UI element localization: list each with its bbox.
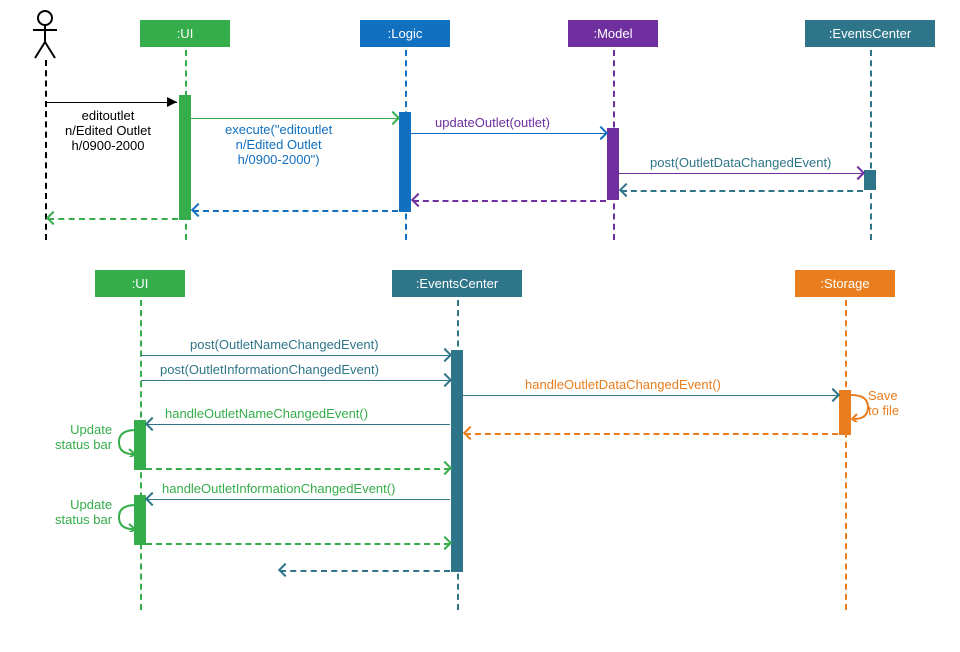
ec2-activation bbox=[451, 350, 463, 572]
sequence-diagram-bottom: :UI :EventsCenter :Storage post(OutletNa… bbox=[10, 260, 950, 620]
ah-postinfo bbox=[438, 373, 452, 387]
ec-lifeline bbox=[870, 50, 872, 240]
sequence-diagram-top: :UI :Logic :Model :EventsCenter editoutl… bbox=[10, 10, 950, 240]
arrow-postinfo bbox=[141, 380, 450, 381]
ret-ec-model bbox=[621, 190, 863, 192]
arrow-handleinfo bbox=[147, 499, 450, 500]
storage-lifeline bbox=[845, 300, 847, 610]
ret-storage-ec bbox=[465, 433, 838, 435]
upd2-label: Updatestatus bar bbox=[55, 497, 112, 527]
ec-header: :EventsCenter bbox=[805, 20, 935, 47]
save-label: Saveto file bbox=[868, 388, 899, 418]
cmd-label: editoutlet n/Edited Outlet h/0900-2000 bbox=[65, 108, 151, 153]
exec-label: execute("editoutlet n/Edited Outlet h/09… bbox=[225, 122, 332, 167]
ret-ui-actor bbox=[48, 218, 178, 220]
arrow-cmd bbox=[47, 102, 177, 103]
ret-ui-actor-head bbox=[46, 211, 60, 225]
ret-ui-ec-2 bbox=[146, 543, 450, 545]
postinfo-label: post(OutletInformationChangedEvent) bbox=[160, 362, 379, 377]
storage-header: :Storage bbox=[795, 270, 895, 297]
ui-header: :UI bbox=[140, 20, 230, 47]
actor-icon bbox=[30, 10, 60, 63]
arrowhead-post bbox=[851, 166, 865, 180]
ec2-header: :EventsCenter bbox=[392, 270, 522, 297]
ah-handledata bbox=[826, 388, 840, 402]
arrowhead-update bbox=[594, 126, 608, 140]
arrow-handlename bbox=[147, 424, 450, 425]
arrow-post bbox=[619, 173, 863, 174]
ret-model-logic bbox=[413, 200, 606, 202]
ret-final-head bbox=[278, 563, 292, 577]
arrow-postname bbox=[141, 355, 450, 356]
logic-activation bbox=[399, 112, 411, 212]
ah-handlename bbox=[145, 417, 159, 431]
post-label: post(OutletDataChangedEvent) bbox=[650, 155, 831, 170]
handleinfo-label: handleOutletInformationChangedEvent() bbox=[162, 481, 395, 496]
ret-storage-ec-head bbox=[463, 426, 477, 440]
updloop2-svg bbox=[116, 502, 138, 532]
arrow-update bbox=[411, 133, 606, 134]
update-label: updateOutlet(outlet) bbox=[435, 115, 550, 130]
postname-label: post(OutletNameChangedEvent) bbox=[190, 337, 379, 352]
ret-ui-ec-1 bbox=[146, 468, 450, 470]
arrow-handledata bbox=[463, 395, 838, 396]
ui-activation bbox=[179, 95, 191, 220]
handledata-label: handleOutletDataChangedEvent() bbox=[525, 377, 721, 392]
ret-final bbox=[280, 570, 450, 572]
ret-model-logic-head bbox=[411, 193, 425, 207]
ah-postname bbox=[438, 348, 452, 362]
arrowhead-exec bbox=[386, 111, 400, 125]
ret-logic-ui-head bbox=[191, 203, 205, 217]
ret-logic-ui bbox=[193, 210, 398, 212]
actor-lifeline bbox=[45, 60, 47, 240]
arrow-exec bbox=[191, 118, 398, 119]
ui2-header: :UI bbox=[95, 270, 185, 297]
upd1-label: Updatestatus bar bbox=[55, 422, 112, 452]
ret-ui-ec-2-head bbox=[438, 536, 452, 550]
ah-handleinfo bbox=[145, 492, 159, 506]
model-activation bbox=[607, 128, 619, 200]
model-header: :Model bbox=[568, 20, 658, 47]
ret-ec-model-head bbox=[619, 183, 633, 197]
logic-header: :Logic bbox=[360, 20, 450, 47]
handlename-label: handleOutletNameChangedEvent() bbox=[165, 406, 368, 421]
ec-activation bbox=[864, 170, 876, 190]
updloop1-svg bbox=[116, 427, 138, 457]
ret-ui-ec-1-head bbox=[438, 461, 452, 475]
arrowhead-cmd bbox=[167, 97, 177, 107]
